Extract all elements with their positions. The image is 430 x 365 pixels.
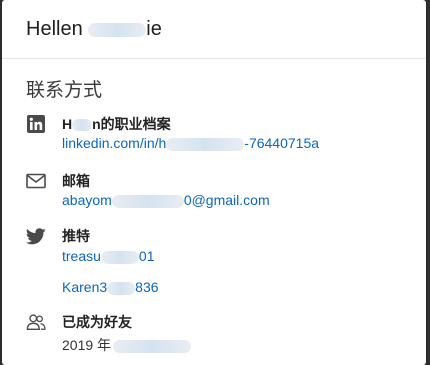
linkedin-row: Hn的职业档案 linkedin.com/in/h -76440715a xyxy=(26,114,416,154)
email-label: 邮箱 xyxy=(62,173,90,189)
twitter-handle-start: treasu xyxy=(62,248,101,264)
card-header: Hellen ie xyxy=(2,0,426,59)
linkedin-profile-label: Hn的职业档案 xyxy=(62,114,171,134)
email-link[interactable]: abayom 0@gmail.com xyxy=(62,192,270,208)
email-row: 邮箱 abayom 0@gmail.com xyxy=(26,171,416,211)
connected-label: 已成为好友 xyxy=(62,314,132,330)
linkedin-label-end: n的职业档案 xyxy=(92,116,171,132)
redacted-blur xyxy=(107,281,136,295)
linkedin-icon xyxy=(26,114,46,134)
connected-date: 2019 年 xyxy=(62,335,192,355)
redacted-blur xyxy=(166,137,245,151)
people-icon xyxy=(26,312,46,332)
section-title: 联系方式 xyxy=(26,80,103,101)
twitter-handle-end: 01 xyxy=(138,248,155,264)
linkedin-url-start: linkedin.com/in/h xyxy=(62,135,167,151)
twitter-handle-link[interactable]: treasu 01 xyxy=(62,248,155,264)
contact-info-card: Hellen ie 联系方式 Hn的职业档案 linkedin.com/in/h… xyxy=(2,0,426,365)
profile-name: Hellen ie xyxy=(26,18,162,41)
redacted-blur xyxy=(72,119,93,132)
twitter-handle-start: Karen3 xyxy=(62,279,108,295)
email-start: abayom xyxy=(62,192,112,208)
connected-row: 已成为好友 2019 年 xyxy=(26,312,416,357)
redacted-blur xyxy=(88,22,147,37)
linkedin-url-end: -76440715a xyxy=(244,135,320,151)
twitter-handle-end: 836 xyxy=(135,279,159,295)
redacted-blur xyxy=(100,250,139,264)
envelope-icon xyxy=(26,171,46,191)
linkedin-profile-link[interactable]: linkedin.com/in/h -76440715a xyxy=(62,135,319,151)
linkedin-label-start: H xyxy=(62,116,73,132)
twitter-icon xyxy=(26,226,46,246)
profile-name-start: Hellen xyxy=(26,18,89,40)
twitter-handle-link[interactable]: Karen3 836 xyxy=(62,279,159,295)
redacted-blur xyxy=(113,339,192,353)
redacted-blur xyxy=(111,194,184,208)
twitter-label: 推特 xyxy=(62,228,90,244)
connected-date-text: 2019 年 xyxy=(62,337,112,353)
profile-name-end: ie xyxy=(146,18,162,40)
email-end: 0@gmail.com xyxy=(183,192,270,208)
twitter-row: 推特 treasu 01 Karen3 836 xyxy=(26,226,416,301)
